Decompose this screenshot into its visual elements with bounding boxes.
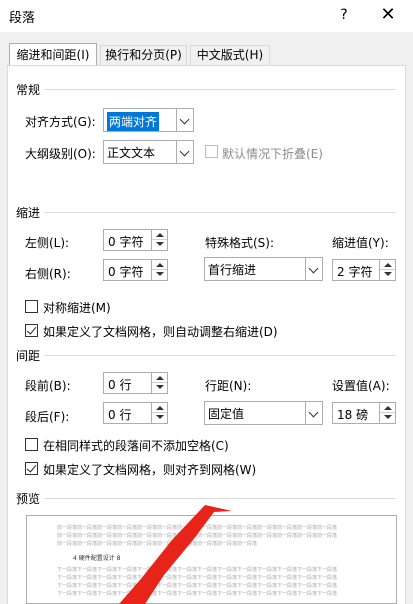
section-preview-title: 预览	[16, 492, 41, 506]
snap-to-grid-label: 如果定义了文档网格，则对齐到网格(W)	[43, 463, 257, 477]
indent-by-label: 缩进值(Y):	[332, 236, 389, 250]
indent-right-label: 右侧(R):	[25, 267, 71, 281]
preview-previous-paragraph: 前一段落前一段落前一段落前一段落前一段落前一段落前一段落前一段落前一段落前一段落…	[57, 525, 338, 531]
special-indent-value: 首行缩进	[208, 263, 257, 277]
spin-up-icon[interactable]	[152, 230, 167, 240]
spin-up-icon[interactable]	[152, 403, 167, 413]
preview-next-paragraph: 下一段落下一段落下一段落下一段落下一段落下一段落下一段落下一段落下一段落下一段落…	[57, 567, 338, 573]
section-spacing-title: 间距	[16, 349, 41, 363]
auto-adjust-indent-checkbox[interactable]	[25, 324, 38, 337]
spin-up-icon[interactable]	[152, 373, 167, 383]
tab-line-page-breaks[interactable]: 换行和分页(P)	[100, 45, 187, 66]
spin-up-icon[interactable]	[152, 260, 167, 270]
indent-right-spinner[interactable]: 0 字符	[103, 259, 168, 281]
alignment-select[interactable]: 两端对齐	[103, 108, 194, 132]
mirror-indents-label: 对称缩进(M)	[43, 301, 111, 315]
help-button[interactable]: ?	[332, 3, 356, 27]
spin-down-icon[interactable]	[380, 270, 395, 280]
preview-next-paragraph: 下一段落下一段落下一段落下一段落下一段落下一段落下一段落下一段落下一段落下一段落…	[57, 575, 338, 581]
preview-sample-text: 4 硬件配置设计 8	[73, 555, 121, 562]
tab-indents-spacing[interactable]: 缩进和间距(I)	[9, 43, 97, 67]
snap-to-grid-checkbox[interactable]	[25, 462, 38, 475]
line-spacing-select[interactable]: 固定值	[204, 401, 323, 425]
outline-level-value: 正文文本	[107, 146, 156, 160]
no-space-same-style-checkbox[interactable]	[25, 438, 38, 451]
special-indent-label: 特殊格式(S):	[205, 236, 275, 250]
indent-by-spinner[interactable]: 2 字符	[332, 259, 396, 281]
line-spacing-value: 固定值	[208, 407, 245, 421]
line-spacing-label: 行距(N):	[205, 379, 252, 393]
section-divider	[44, 89, 396, 90]
spacing-after-value: 0 行	[108, 408, 132, 422]
spin-up-icon[interactable]	[380, 260, 395, 270]
dialog-title: 段落	[9, 11, 36, 26]
outline-level-select[interactable]: 正文文本	[103, 140, 194, 164]
spacing-before-label: 段前(B):	[25, 379, 71, 393]
outline-level-label: 大纲级别(O):	[25, 147, 96, 161]
section-divider	[44, 355, 396, 356]
section-general-title: 常规	[16, 83, 41, 97]
section-divider	[44, 212, 396, 213]
chevron-down-icon	[305, 258, 322, 280]
spacing-at-spinner[interactable]: 18 磅	[332, 402, 396, 424]
spacing-at-value: 18 磅	[337, 408, 369, 422]
section-divider	[44, 498, 396, 499]
paragraph-preview: 前一段落前一段落前一段落前一段落前一段落前一段落前一段落前一段落前一段落前一段落…	[26, 515, 397, 604]
spin-down-icon[interactable]	[152, 413, 167, 423]
alignment-label: 对齐方式(G):	[25, 115, 96, 129]
indent-left-spinner[interactable]: 0 字符	[103, 229, 168, 251]
special-indent-select[interactable]: 首行缩进	[204, 257, 323, 281]
chevron-down-icon	[176, 109, 193, 131]
mirror-indents-checkbox[interactable]	[25, 300, 38, 313]
collapse-checkbox[interactable]	[205, 145, 218, 158]
alignment-value: 两端对齐	[107, 112, 160, 131]
auto-adjust-indent-label: 如果定义了文档网格，则自动调整右缩进(D)	[43, 325, 278, 339]
chevron-down-icon	[305, 402, 322, 424]
preview-previous-paragraph: 前一段落前一段落前一段落前一段落前一段落前一段落前一段落前一段落前一段落前一段落…	[57, 533, 338, 539]
spacing-after-spinner[interactable]: 0 行	[103, 402, 168, 424]
indent-by-value: 2 字符	[337, 265, 373, 279]
spin-down-icon[interactable]	[152, 270, 167, 280]
spacing-after-label: 段后(F):	[25, 410, 70, 424]
indent-left-label: 左侧(L):	[25, 236, 70, 250]
chevron-down-icon	[176, 141, 193, 163]
preview-next-paragraph: 下一段落下一段落下一段落下一段落下一段落下一段落下一段落下一段落下一段落下一段落…	[57, 583, 338, 589]
spin-down-icon[interactable]	[152, 240, 167, 250]
close-button[interactable]: ✕	[374, 3, 402, 27]
spin-down-icon[interactable]	[152, 383, 167, 393]
preview-previous-paragraph: 前一段落前一段落前一段落前一段落前一段落前一段落前一段落前一段落前一段落前一段落…	[57, 541, 257, 547]
close-icon: ✕	[380, 4, 396, 25]
no-space-same-style-label: 在相同样式的段落间不添加空格(C)	[43, 439, 229, 453]
spacing-at-label: 设置值(A):	[332, 379, 390, 393]
spacing-before-spinner[interactable]: 0 行	[103, 372, 168, 394]
spin-up-icon[interactable]	[380, 403, 395, 413]
preview-next-paragraph: 下一段落下一段落下一段落下一段落下一段落下一段落下一段落下一段落下一段落下一段落…	[57, 591, 338, 597]
indent-left-value: 0 字符	[108, 235, 144, 249]
spin-down-icon[interactable]	[380, 413, 395, 423]
indent-right-value: 0 字符	[108, 265, 144, 279]
collapse-label: 默认情况下折叠(E)	[222, 147, 323, 161]
spacing-before-value: 0 行	[108, 378, 132, 392]
section-indent-title: 缩进	[16, 206, 41, 220]
tab-asian-typography[interactable]: 中文版式(H)	[190, 45, 270, 66]
